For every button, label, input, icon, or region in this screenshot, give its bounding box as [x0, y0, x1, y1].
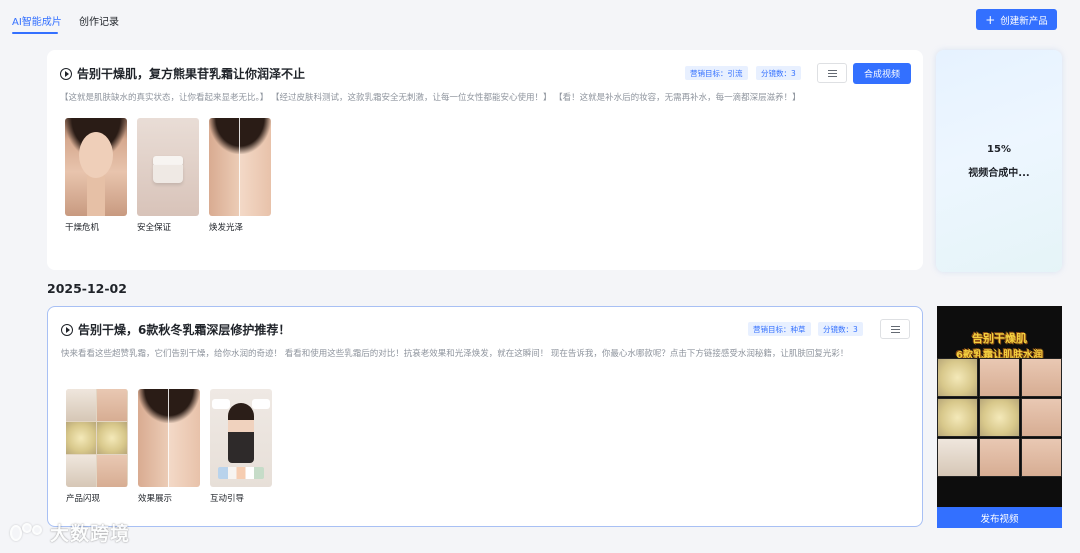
video-preview[interactable]: 告别干燥肌 6款乳霜让肌肤水润	[937, 306, 1062, 528]
video-progress-panel: 15% 视频合成中...	[936, 50, 1062, 272]
shot-thumbnail[interactable]	[137, 118, 199, 216]
tab-creation-records[interactable]: 创作记录	[79, 13, 119, 28]
progress-percent: 15%	[987, 144, 1011, 155]
script-text: 【这就是肌肤缺水的真实状态，让你看起来显老无比。】 【经过皮肤科测试，这款乳霜安…	[60, 93, 801, 103]
tab-ai-video[interactable]: AI智能成片	[12, 13, 62, 28]
card-title-row: 告别干燥肌，复方熊果苷乳霜让你润泽不止	[60, 65, 305, 82]
list-icon	[827, 69, 837, 77]
play-circle-icon	[61, 323, 73, 336]
list-view-button[interactable]	[880, 319, 910, 339]
publish-video-button[interactable]: 发布视频	[937, 507, 1062, 528]
shot-label: 互动引导	[210, 494, 245, 504]
list-view-button[interactable]	[817, 63, 847, 83]
plus-icon: +	[985, 12, 996, 27]
top-bar: AI智能成片 创作记录 + 创建新产品	[0, 0, 1080, 38]
list-icon	[890, 325, 900, 333]
card-title: 告别干燥肌，复方熊果苷乳霜让你润泽不止	[77, 67, 306, 81]
create-product-button[interactable]: + 创建新产品	[976, 9, 1057, 30]
shot-thumbnail[interactable]	[65, 118, 127, 216]
marketing-goal-tag: 营销目标：引流	[685, 66, 748, 80]
synthesize-video-button[interactable]: 合成视频	[853, 63, 911, 84]
shot-count-tag: 分镜数：3	[818, 322, 863, 336]
watermark-text: 大数跨境	[50, 523, 131, 545]
shot-thumbnail[interactable]	[210, 389, 272, 487]
create-product-label: 创建新产品	[1000, 15, 1048, 27]
shot-label: 效果展示	[138, 494, 173, 504]
shot-label: 焕发光泽	[209, 223, 244, 233]
video-card: 告别干燥，6款秋冬乳霜深层修护推荐！ 营销目标：种草 分镜数：3 快来看看这些超…	[47, 306, 923, 527]
video-card: 告别干燥肌，复方熊果苷乳霜让你润泽不止 营销目标：引流 分镜数：3 合成视频 【…	[47, 50, 923, 270]
video-frame-grid	[937, 358, 1062, 478]
video-title-line1: 告别干燥肌	[972, 332, 1027, 345]
date-group-heading: 2025-12-02	[47, 281, 127, 296]
script-text: 快来看看这些超赞乳霜，它们告别干燥，给你水润的奇迹！ 看看和使用这些乳霜后的对比…	[61, 349, 849, 359]
progress-status: 视频合成中...	[968, 168, 1030, 179]
card-title-row: 告别干燥，6款秋冬乳霜深层修护推荐！	[61, 321, 290, 338]
shot-thumbnail[interactable]	[209, 118, 271, 216]
shot-count-tag: 分镜数：3	[756, 66, 801, 80]
shot-label: 安全保证	[137, 223, 172, 233]
card-title: 告别干燥，6款秋冬乳霜深层修护推荐！	[78, 323, 291, 337]
watermark-logo-icon	[10, 521, 46, 545]
shot-thumbnail[interactable]	[66, 389, 128, 487]
play-circle-icon	[60, 67, 72, 80]
shot-label: 产品闪现	[66, 494, 101, 504]
watermark: 大数跨境	[10, 519, 130, 546]
shot-thumbnail[interactable]	[138, 389, 200, 487]
shot-label: 干燥危机	[65, 223, 100, 233]
active-tab-indicator	[12, 32, 58, 34]
marketing-goal-tag: 营销目标：种草	[748, 322, 811, 336]
